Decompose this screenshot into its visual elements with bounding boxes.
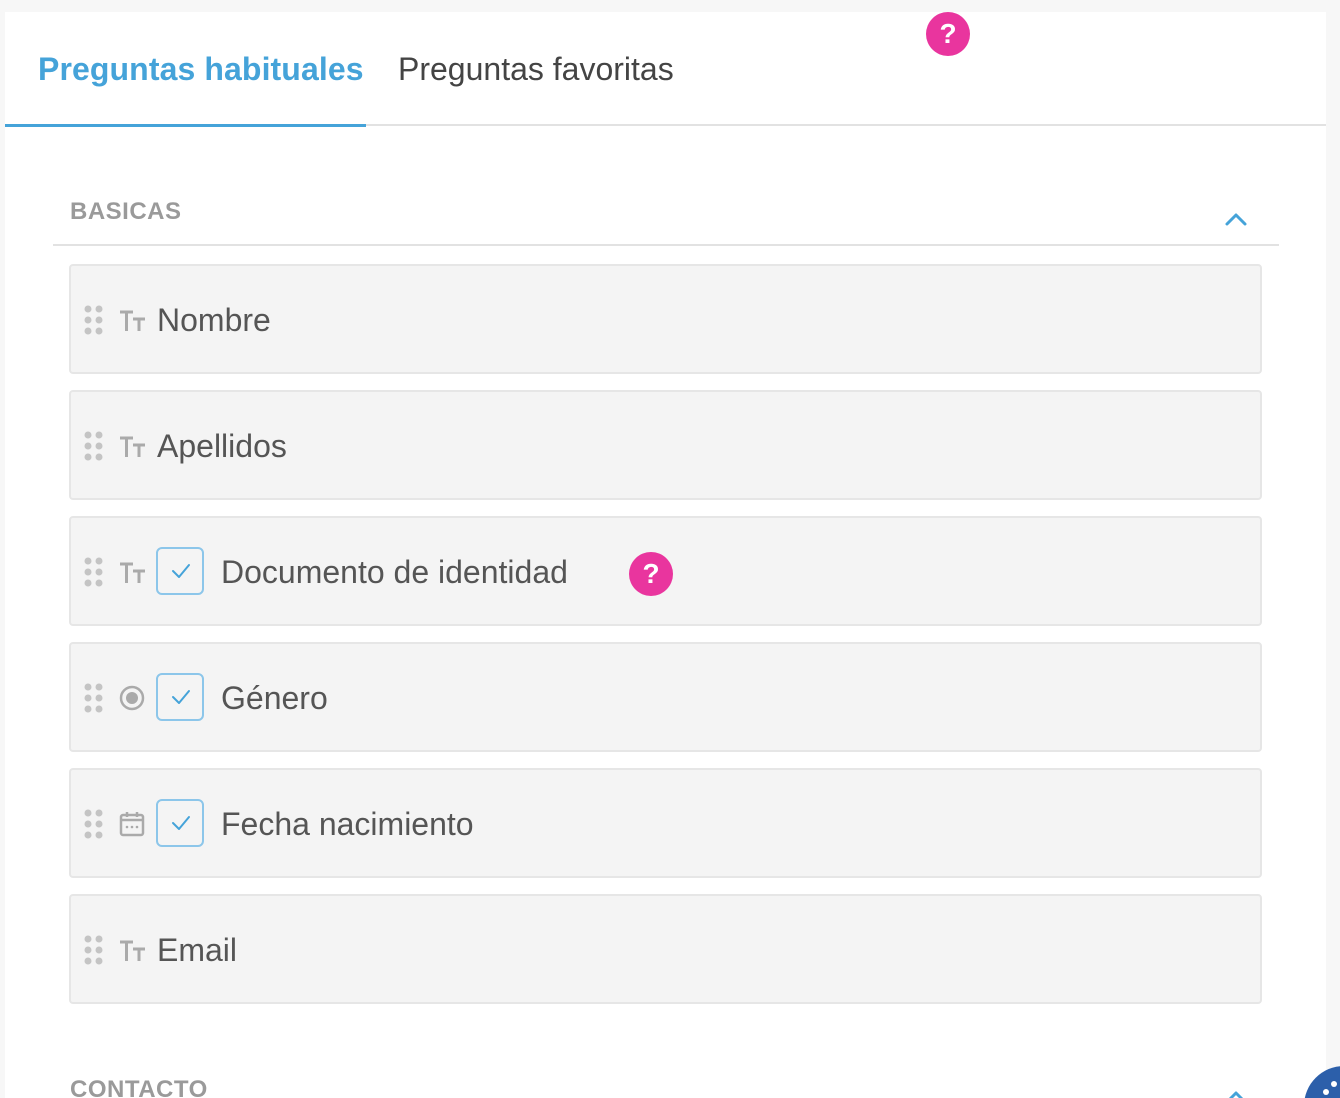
question-label: Email — [157, 932, 238, 968]
drag-handle-icon[interactable] — [83, 304, 105, 336]
drag-handle-icon[interactable] — [83, 430, 105, 462]
chevron-up-icon[interactable] — [1223, 1084, 1249, 1098]
chat-icon — [1323, 1081, 1337, 1095]
tab-bar: Preguntas habituales Preguntas favoritas… — [5, 12, 1326, 127]
question-label: Género — [221, 680, 328, 716]
question-card-nombre[interactable]: Nombre — [69, 264, 1262, 374]
drag-handle-icon[interactable] — [83, 808, 105, 840]
question-card-genero[interactable]: Género — [69, 642, 1262, 752]
drag-handle-icon[interactable] — [83, 556, 105, 588]
question-card-apellidos[interactable]: Apellidos — [69, 390, 1262, 500]
radio-type-icon — [119, 685, 145, 711]
section-title: BASICAS — [70, 198, 182, 225]
text-type-icon — [120, 310, 145, 331]
required-checkbox[interactable] — [156, 673, 204, 721]
drag-handle-icon[interactable] — [83, 934, 105, 966]
required-checkbox[interactable] — [156, 547, 204, 595]
active-tab-indicator — [5, 124, 366, 127]
chevron-up-icon[interactable] — [1223, 206, 1249, 232]
text-type-icon — [120, 562, 145, 583]
question-label: Nombre — [157, 302, 271, 338]
question-label: Apellidos — [157, 428, 287, 464]
question-label: Documento de identidad — [221, 554, 568, 590]
questions-panel: Preguntas habituales Preguntas favoritas… — [5, 12, 1326, 1098]
help-icon[interactable]: ? — [629, 552, 673, 596]
drag-handle-icon[interactable] — [83, 682, 105, 714]
checkmark-icon — [172, 816, 190, 830]
question-card-documento-de-identidad[interactable]: Documento de identidad ? — [69, 516, 1262, 626]
checkmark-icon — [172, 690, 190, 704]
tab-preguntas-habituales[interactable]: Preguntas habituales — [38, 50, 364, 88]
required-checkbox[interactable] — [156, 799, 204, 847]
tab-preguntas-favoritas[interactable]: Preguntas favoritas — [398, 50, 674, 88]
help-icon[interactable]: ? — [926, 12, 970, 56]
checkmark-icon — [172, 564, 190, 578]
section-header-contacto[interactable]: CONTACTO — [53, 1066, 1279, 1098]
section-header-basicas[interactable]: BASICAS — [53, 188, 1279, 246]
text-type-icon — [120, 940, 145, 961]
text-type-icon — [120, 436, 145, 457]
question-card-fecha-nacimiento[interactable]: Fecha nacimiento — [69, 768, 1262, 878]
question-card-email[interactable]: Email — [69, 894, 1262, 1004]
calendar-type-icon — [119, 812, 145, 837]
question-label: Fecha nacimiento — [221, 806, 474, 842]
section-title: CONTACTO — [70, 1076, 208, 1098]
